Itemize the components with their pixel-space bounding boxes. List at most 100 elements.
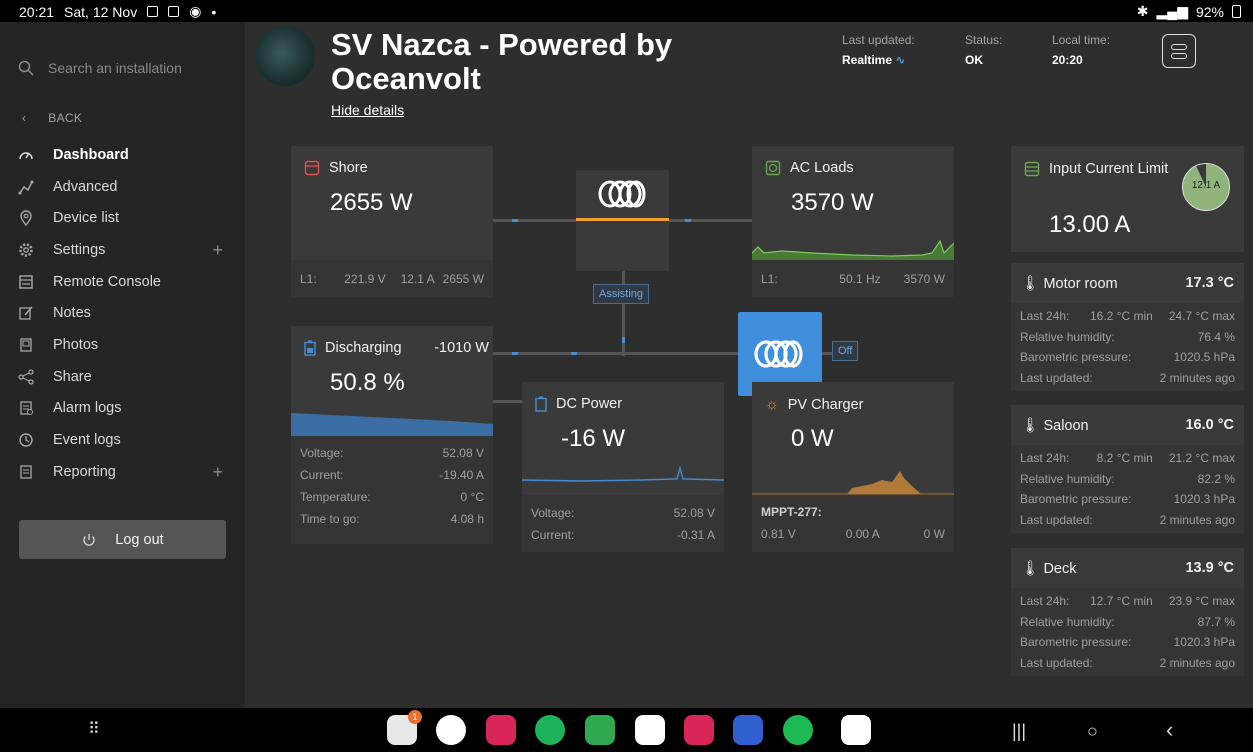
calculator-app-icon[interactable]	[585, 715, 615, 745]
row-value: 76.4 %	[1197, 329, 1235, 344]
sidebar-item-reporting[interactable]: Reporting +	[0, 456, 245, 488]
home-icon[interactable]: ○	[1087, 721, 1098, 742]
alarm-log-icon	[18, 400, 34, 416]
camera-app-icon[interactable]	[684, 715, 714, 745]
row-value: 0 °C	[460, 490, 484, 504]
calendar-app-icon[interactable]	[635, 715, 665, 745]
sidebar-item-label: Alarm logs	[53, 400, 122, 417]
row-min: 16.2 °C min	[1090, 309, 1153, 324]
expand-plus-icon[interactable]: +	[212, 462, 223, 483]
sensor-row: Last updated: 2 minutes ago	[1011, 653, 1244, 674]
sensor-row: Last updated: 2 minutes ago	[1011, 368, 1244, 389]
sensor-card-deck[interactable]: 🌡 Deck 13.9 °C Last 24h: 12.7 °C min 23.9 °…	[1011, 548, 1244, 676]
pv-power: 0 W	[923, 527, 945, 541]
row-label: Last 24h:	[1020, 309, 1070, 324]
calendar-notification-icon	[147, 6, 159, 17]
toggle-icon	[1171, 43, 1187, 50]
input-current-limit-card[interactable]: Input Current Limit 13.00 A 12.1 A	[1011, 146, 1244, 252]
shore-plug-icon	[304, 160, 320, 176]
search-installation[interactable]: Search an installation	[18, 60, 182, 76]
sidebar-item-advanced[interactable]: Advanced	[0, 171, 245, 203]
shore-current: 12.1 A	[400, 271, 435, 286]
back-link[interactable]: ‹ BACK	[22, 111, 82, 125]
dropbox-app-icon[interactable]	[733, 715, 763, 745]
ac-loads-card[interactable]: AC Loads 3570 W L1: 50.1 Hz 3570 W	[752, 146, 954, 297]
row-label: Barometric pressure:	[1020, 492, 1132, 507]
share-icon	[18, 369, 34, 385]
back-nav-icon[interactable]: ‹	[1166, 717, 1173, 743]
toggle-settings-button[interactable]	[1162, 34, 1196, 68]
dc-power-card[interactable]: DC Power -16 W Voltage: 52.08 V Current: -…	[522, 382, 724, 552]
sensor-row: Last 24h: 12.7 °C min 23.9 °C max	[1011, 591, 1244, 612]
input-limit-icon	[1024, 161, 1040, 177]
row-value: 2 minutes ago	[1159, 370, 1235, 385]
sidebar-item-settings[interactable]: Settings +	[0, 234, 245, 266]
dashboard-main: SV Nazca - Powered by Oceanvolt Hide det…	[245, 22, 1253, 708]
sensor-row: Relative humidity: 76.4 %	[1011, 327, 1244, 348]
shore-card[interactable]: Shore 2655 W L1: 221.9 V 12.1 A 2655 W	[291, 146, 493, 297]
pv-charger-power: 0 W	[791, 425, 834, 452]
sensor-temp: 13.9 °C	[1185, 560, 1234, 576]
row-max: 21.2 °C max	[1168, 451, 1235, 466]
sidebar-item-photos[interactable]: Photos	[0, 329, 245, 361]
toggle-icon-lower	[1171, 52, 1187, 59]
solar-state-badge: Off	[832, 341, 859, 361]
recent-apps-icon[interactable]: |||	[1012, 721, 1026, 742]
page-title: SV Nazca - Powered by Oceanvolt	[331, 27, 673, 96]
dc-row: Voltage: 52.08 V	[522, 502, 724, 524]
app-drawer-icon[interactable]: ⠿	[88, 719, 100, 739]
signal-icon: ▂▄▆	[1156, 3, 1188, 19]
pv-charger-card[interactable]: ☼ PV Charger 0 W MPPT-277: 0.81 V 0.00 A 0 …	[752, 382, 954, 552]
sensor-row: Relative humidity: 87.7 %	[1011, 612, 1244, 633]
input-limit-title: Input Current Limit	[1049, 161, 1169, 177]
victron-logo-icon	[598, 180, 646, 208]
chevron-left-icon: ‹	[22, 111, 27, 125]
power-icon	[83, 533, 95, 546]
sensor-card-saloon[interactable]: 🌡 Saloon 16.0 °C Last 24h: 8.2 °C min 21.2 …	[1011, 405, 1244, 533]
spotify-app-icon[interactable]	[783, 715, 813, 745]
sidebar-item-alarm-logs[interactable]: Alarm logs	[0, 393, 245, 425]
dc-power-sparkline	[522, 465, 724, 482]
sidebar-item-event-logs[interactable]: Event logs	[0, 424, 245, 456]
report-icon	[18, 464, 34, 480]
wire-inverter-acloads	[669, 219, 752, 222]
pv-voltage: 0.81 V	[761, 527, 796, 541]
shore-voltage: 221.9 V	[344, 271, 386, 286]
sidebar-item-remote-console[interactable]: Remote Console	[0, 266, 245, 298]
dc-battery-icon	[535, 396, 547, 412]
photos-app-icon[interactable]	[841, 715, 871, 745]
sidebar-item-device-list[interactable]: Device list	[0, 202, 245, 234]
logout-button[interactable]: Log out	[19, 520, 226, 559]
shore-title: Shore	[329, 160, 368, 176]
messenger-notification-icon: ◉	[189, 3, 202, 19]
sidebar-item-label: Advanced	[53, 178, 118, 195]
sidebar-item-share[interactable]: Share	[0, 361, 245, 393]
phone-app-icon[interactable]	[535, 715, 565, 745]
sidebar-item-dashboard[interactable]: Dashboard	[0, 139, 245, 171]
ac-loads-l1-label: L1:	[761, 271, 778, 286]
ac-loads-title: AC Loads	[790, 160, 854, 176]
expand-plus-icon[interactable]: +	[212, 240, 223, 261]
input-limit-gauge: 12.1 A	[1182, 163, 1230, 211]
gmail-app-icon[interactable]: 1	[387, 710, 422, 745]
ac-loads-frequency: 50.1 Hz	[839, 271, 881, 286]
hide-details-link[interactable]: Hide details	[331, 102, 404, 118]
row-value: 1020.3 hPa	[1173, 492, 1235, 507]
inverter-card[interactable]	[576, 170, 669, 271]
battery-card[interactable]: Discharging -1010 W 50.8 % Voltage: 52.08 …	[291, 326, 493, 544]
sensor-card-motor-room[interactable]: 🌡 Motor room 17.3 °C Last 24h: 16.2 °C min…	[1011, 263, 1244, 391]
row-label: Voltage:	[531, 506, 575, 520]
row-max: 24.7 °C max	[1168, 309, 1235, 324]
sun-icon: ☼	[765, 396, 779, 413]
battery-row: Voltage: 52.08 V	[291, 442, 493, 464]
ac-loads-l1-power: 3570 W	[903, 271, 945, 286]
row-value: 82.2 %	[1197, 471, 1235, 486]
pv-device-row: MPPT-277:	[752, 501, 954, 523]
sidebar-item-label: Dashboard	[53, 146, 129, 163]
sensor-name: Saloon	[1043, 417, 1089, 434]
flower-app-icon[interactable]	[486, 715, 516, 745]
chrome-app-icon[interactable]	[436, 715, 466, 745]
battery-soc-sparkline	[291, 413, 493, 439]
more-notifications-icon: •	[211, 3, 217, 20]
sidebar-item-notes[interactable]: Notes	[0, 297, 245, 329]
